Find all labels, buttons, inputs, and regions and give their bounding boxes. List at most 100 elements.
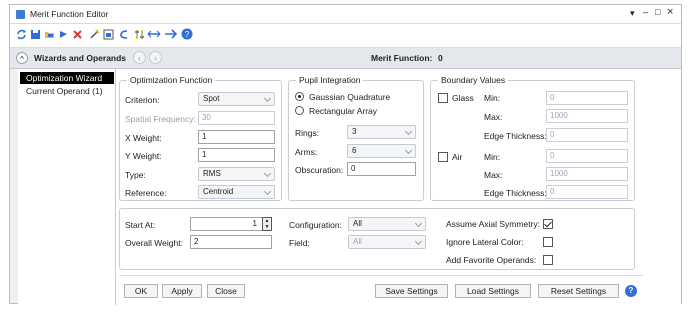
air-edge-thickness-field[interactable]: 0 xyxy=(546,185,628,199)
sidebar-item-optimization-wizard[interactable]: Optimization Wizard xyxy=(20,72,114,84)
curve-icon[interactable] xyxy=(119,29,130,40)
obscuration-label: Obscuration: xyxy=(295,165,344,175)
start-at-value: 1 xyxy=(252,219,257,228)
close-button[interactable]: × xyxy=(667,6,673,18)
save-settings-button[interactable]: Save Settings xyxy=(375,284,448,298)
refresh-icon[interactable] xyxy=(16,29,27,40)
wizards-operands-bar: ^ Wizards and Operands ‹ › Merit Functio… xyxy=(10,48,681,69)
chevron-down-icon xyxy=(263,94,272,103)
merit-function-value: 0 xyxy=(438,53,443,63)
save-icon[interactable] xyxy=(30,29,41,40)
glass-label: Glass xyxy=(452,93,474,103)
collapse-toggle-button[interactable]: ^ xyxy=(16,52,28,64)
reference-value: Centroid xyxy=(203,187,234,196)
type-value: RMS xyxy=(203,169,221,178)
delete-icon[interactable] xyxy=(72,29,83,40)
air-min-label: Min: xyxy=(484,152,501,162)
obscuration-field[interactable]: 0 xyxy=(347,162,416,176)
chevron-down-icon xyxy=(414,219,423,228)
rectangular-array-label: Rectangular Array xyxy=(309,106,378,116)
chevron-down-icon xyxy=(404,146,413,155)
spatial-frequency-field[interactable]: 30 xyxy=(198,111,275,125)
overall-weight-label: Overall Weight: xyxy=(125,238,183,248)
start-at-spinner[interactable]: ▲ ▼ xyxy=(262,217,272,231)
add-favorite-operands-checkbox[interactable] xyxy=(543,255,553,265)
sort-icon[interactable] xyxy=(134,29,145,40)
glass-edge-thickness-field[interactable]: 0 xyxy=(546,128,628,142)
air-checkbox[interactable] xyxy=(438,152,448,162)
glass-min-label: Min: xyxy=(484,93,501,103)
sidebar-item-label: Optimization Wizard xyxy=(26,73,103,83)
arms-label: Arms: xyxy=(295,147,318,157)
field-value: All xyxy=(353,237,362,246)
merit-function-label: Merit Function: xyxy=(371,53,433,63)
configuration-label: Configuration: xyxy=(289,220,342,230)
glass-min-field[interactable]: 0 xyxy=(546,91,628,105)
y-weight-label: Y Weight: xyxy=(125,151,162,161)
overall-weight-field[interactable]: 2 xyxy=(190,235,272,249)
close-settings-button[interactable]: Close xyxy=(207,284,245,298)
general-settings-group: Start At: 1 ▲ ▼ Overall Weight: 2 Configu… xyxy=(119,208,635,270)
chevron-down-icon xyxy=(404,127,413,136)
window-title: Merit Function Editor xyxy=(30,9,109,19)
window-icon[interactable] xyxy=(103,29,114,40)
svg-text:?: ? xyxy=(185,30,190,39)
air-edge-thickness-label: Edge Thickness: xyxy=(484,188,547,198)
assume-axial-symmetry-label: Assume Axial Symmetry: xyxy=(446,219,540,229)
reference-select[interactable]: Centroid xyxy=(198,185,275,199)
forward-icon[interactable] xyxy=(164,29,178,40)
sidebar-item-current-operand[interactable]: Current Operand (1) xyxy=(20,85,114,97)
x-weight-field[interactable]: 1 xyxy=(198,130,275,144)
glass-edge-thickness-label: Edge Thickness: xyxy=(484,131,547,141)
title-bar: Merit Function Editor ▾ – □ × xyxy=(10,5,681,24)
criterion-select[interactable]: Spot xyxy=(198,92,275,106)
arrow-down-icon[interactable] xyxy=(58,29,69,40)
sidebar-item-label: Current Operand (1) xyxy=(26,86,103,96)
air-min-field[interactable]: 0 xyxy=(546,149,628,163)
air-max-label: Max: xyxy=(484,170,503,180)
maximize-button[interactable]: □ xyxy=(655,7,660,17)
y-weight-field[interactable]: 1 xyxy=(198,148,275,162)
field-label: Field: xyxy=(289,238,310,248)
rings-select[interactable]: 3 xyxy=(347,125,416,139)
wizards-operands-label: Wizards and Operands xyxy=(34,53,127,63)
wizard-icon[interactable] xyxy=(89,29,100,40)
minimize-button[interactable]: – xyxy=(643,7,648,17)
ok-button[interactable]: OK xyxy=(124,284,158,298)
apply-button[interactable]: Apply xyxy=(162,284,202,298)
link-icon[interactable] xyxy=(147,29,161,40)
help-icon[interactable]: ? xyxy=(181,28,193,40)
reset-settings-button[interactable]: Reset Settings xyxy=(538,284,619,298)
help-button[interactable]: ? xyxy=(625,285,637,297)
button-bar: OK Apply Close Save Settings Load Settin… xyxy=(119,275,643,303)
glass-max-field[interactable]: 1000 xyxy=(546,109,628,123)
ignore-lateral-color-checkbox[interactable] xyxy=(543,237,553,247)
pupil-integration-group: Pupil Integration Gaussian Quadrature Re… xyxy=(288,75,424,201)
chevron-down-icon xyxy=(263,187,272,196)
rectangular-array-radio[interactable] xyxy=(295,106,304,115)
optimization-function-title: Optimization Function xyxy=(127,75,216,85)
load-settings-button[interactable]: Load Settings xyxy=(455,284,531,298)
rings-label: Rings: xyxy=(295,128,320,138)
chevron-down-icon xyxy=(263,169,272,178)
configuration-value: All xyxy=(353,219,362,228)
glass-max-label: Max: xyxy=(484,112,503,122)
next-button[interactable]: › xyxy=(149,51,162,64)
glass-checkbox[interactable] xyxy=(438,93,448,103)
gaussian-quadrature-label: Gaussian Quadrature xyxy=(309,92,391,102)
configuration-select[interactable]: All xyxy=(348,217,426,231)
spatial-frequency-label: Spatial Frequency: xyxy=(125,114,196,124)
type-select[interactable]: RMS xyxy=(198,167,275,181)
air-max-field[interactable]: 1000 xyxy=(546,167,628,181)
x-weight-label: X Weight: xyxy=(125,133,162,143)
arms-select[interactable]: 6 xyxy=(347,144,416,158)
ignore-lateral-color-label: Ignore Lateral Color: xyxy=(446,237,524,247)
field-select[interactable]: All xyxy=(348,235,426,249)
sidebar: Optimization Wizard Current Operand (1) xyxy=(18,69,116,305)
gaussian-quadrature-radio[interactable] xyxy=(295,92,304,101)
folder-icon[interactable] xyxy=(44,29,55,40)
start-at-field[interactable]: 1 xyxy=(190,217,272,231)
assume-axial-symmetry-checkbox[interactable] xyxy=(543,219,553,229)
window-dropdown-button[interactable]: ▾ xyxy=(630,8,635,19)
prev-button[interactable]: ‹ xyxy=(133,51,146,64)
